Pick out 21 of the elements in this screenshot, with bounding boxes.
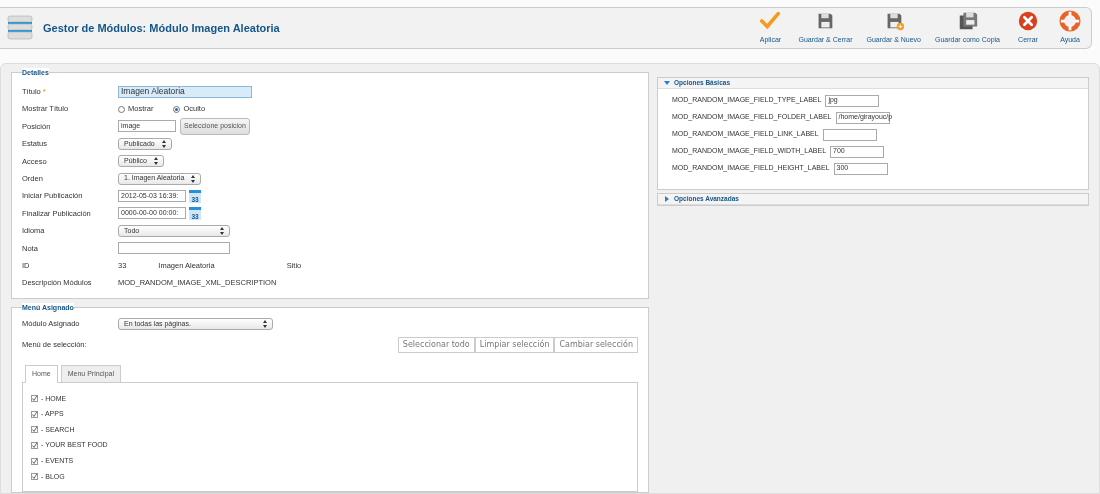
updown-arrows-icon <box>219 226 226 235</box>
checkbox[interactable] <box>31 473 38 481</box>
updown-arrows-icon <box>160 139 168 148</box>
selection-button[interactable]: Seleccionar todo <box>397 336 475 353</box>
selection-button[interactable]: Cambiar selección <box>554 336 638 353</box>
text-field[interactable]: Imagen Aleatoria <box>118 85 252 98</box>
checkbox[interactable] <box>31 442 38 450</box>
page-title: Gestor de Módulos: Módulo Imagen Aleatoria <box>43 20 280 36</box>
text-field[interactable] <box>822 128 877 141</box>
updown-arrows-icon <box>190 174 198 183</box>
text-field[interactable] <box>118 242 230 255</box>
checkbox[interactable] <box>31 395 38 403</box>
lifebuoy-icon <box>1059 10 1081 33</box>
checkbox[interactable] <box>31 410 38 418</box>
checkbox[interactable] <box>31 457 38 465</box>
close-icon <box>1017 10 1039 33</box>
selection-button[interactable]: Limpiar selección <box>474 336 555 353</box>
updown-arrows-icon <box>262 319 269 328</box>
updown-arrows-icon <box>152 157 160 166</box>
checkbox[interactable] <box>31 426 38 434</box>
menu-bars-icon <box>7 15 33 41</box>
